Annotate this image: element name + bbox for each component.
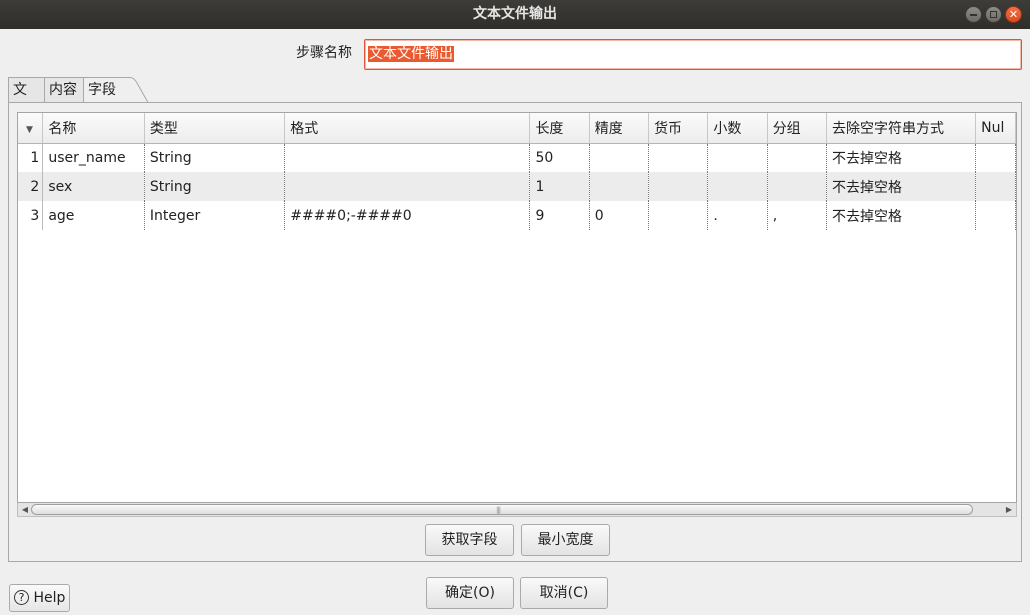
scroll-right-icon[interactable]: ▶ (1003, 503, 1015, 516)
close-button[interactable]: ✕ (1005, 6, 1022, 23)
table-cell[interactable]: 不去掉空格 (826, 201, 977, 230)
table-cell[interactable] (589, 172, 650, 201)
scrollbar-thumb[interactable]: ||| (31, 504, 973, 515)
table-cell[interactable] (975, 201, 1016, 230)
step-name-input[interactable]: 文本文件输出 (364, 39, 1022, 70)
table-cell[interactable] (707, 143, 768, 172)
table-cell[interactable] (707, 172, 768, 201)
table-cell[interactable]: 0 (589, 201, 650, 230)
table-cell[interactable]: age (42, 201, 145, 230)
table-cell[interactable]: ####0;-####0 (284, 201, 531, 230)
tab-content[interactable]: 内容 (44, 77, 84, 103)
help-icon: ? (14, 589, 29, 605)
table-cell[interactable] (975, 172, 1016, 201)
table-cell[interactable]: 9 (529, 201, 590, 230)
table-cell[interactable]: sex (42, 172, 145, 201)
dialog-body: 步骤名称 文本文件输出 文件 内容 字段 ▼ 名称 类型 (3, 29, 1027, 615)
maximize-button[interactable] (985, 6, 1002, 23)
minimize-icon (966, 7, 981, 22)
table-cell[interactable] (284, 143, 531, 172)
table-cell[interactable]: 1 (529, 172, 590, 201)
column-header[interactable]: 名称 (42, 113, 145, 144)
column-header[interactable]: 长度 (529, 113, 590, 144)
window-controls: ✕ (965, 6, 1022, 23)
column-header[interactable]: 分组 (767, 113, 828, 144)
table-cell[interactable]: 不去掉空格 (826, 143, 977, 172)
table-header-row: ▼ 名称 类型 格式 长度 精度 货币 小数 分组 去除空字符串方式 Nul (18, 113, 1016, 144)
tab-fields[interactable]: 字段 (83, 77, 123, 103)
fields-tab-panel: ▼ 名称 类型 格式 长度 精度 货币 小数 分组 去除空字符串方式 Nul 1… (8, 102, 1022, 562)
table-cell[interactable] (767, 143, 828, 172)
table-cell[interactable] (767, 172, 828, 201)
column-header[interactable]: 类型 (144, 113, 286, 144)
help-label: Help (33, 590, 66, 606)
column-header[interactable]: 小数 (707, 113, 768, 144)
maximize-icon (986, 7, 1001, 22)
column-header[interactable]: Nul (975, 113, 1016, 144)
table-cell[interactable]: user_name (42, 143, 145, 172)
grip-icon: ||| (496, 506, 501, 514)
tab-file[interactable]: 文件 (8, 77, 45, 122)
scroll-left-icon[interactable]: ◀ (19, 503, 31, 516)
table-cell[interactable] (648, 143, 709, 172)
table-cell[interactable] (648, 201, 709, 230)
table-cell[interactable]: 50 (529, 143, 590, 172)
row-number: 1 (18, 143, 44, 172)
table-cell[interactable] (589, 143, 650, 172)
close-icon: ✕ (1008, 8, 1019, 21)
table-cell[interactable] (975, 143, 1016, 172)
sort-column-header[interactable]: ▼ (18, 113, 44, 144)
tab-fields-edge (122, 77, 152, 103)
minimize-button[interactable] (965, 6, 982, 23)
column-header[interactable]: 去除空字符串方式 (826, 113, 977, 144)
ok-button[interactable]: 确定(O) (426, 577, 514, 609)
table-row[interactable]: 3 age Integer ####0;-####0 9 0 . , 不去掉空格 (18, 201, 1016, 230)
step-name-label: 步骤名称 (296, 45, 352, 61)
table-cell[interactable] (648, 172, 709, 201)
window-title: 文本文件输出 (473, 6, 557, 22)
min-width-button[interactable]: 最小宽度 (521, 524, 610, 556)
column-header[interactable]: 格式 (284, 113, 531, 144)
get-fields-button[interactable]: 获取字段 (425, 524, 514, 556)
table-row[interactable]: 2 sex String 1 不去掉空格 (18, 172, 1016, 201)
table-cell[interactable] (284, 172, 531, 201)
step-name-value: 文本文件输出 (368, 46, 454, 62)
table-row[interactable]: 1 user_name String 50 不去掉空格 (18, 143, 1016, 172)
row-number: 3 (18, 201, 44, 230)
table-cell[interactable]: String (144, 143, 286, 172)
horizontal-scrollbar[interactable]: ◀ ||| ▶ (17, 503, 1017, 517)
table-cell[interactable]: 不去掉空格 (826, 172, 977, 201)
sort-down-icon: ▼ (26, 124, 33, 135)
column-header[interactable]: 货币 (648, 113, 709, 144)
cancel-button[interactable]: 取消(C) (520, 577, 608, 609)
row-number: 2 (18, 172, 44, 201)
help-button[interactable]: ? Help (9, 584, 70, 612)
table-cell[interactable]: . (707, 201, 768, 230)
fields-table[interactable]: ▼ 名称 类型 格式 长度 精度 货币 小数 分组 去除空字符串方式 Nul 1… (17, 112, 1017, 503)
table-cell[interactable]: , (767, 201, 828, 230)
column-header[interactable]: 精度 (589, 113, 650, 144)
window-titlebar[interactable]: 文本文件输出 ✕ (0, 0, 1030, 29)
table-cell[interactable]: Integer (144, 201, 286, 230)
table-cell[interactable]: String (144, 172, 286, 201)
